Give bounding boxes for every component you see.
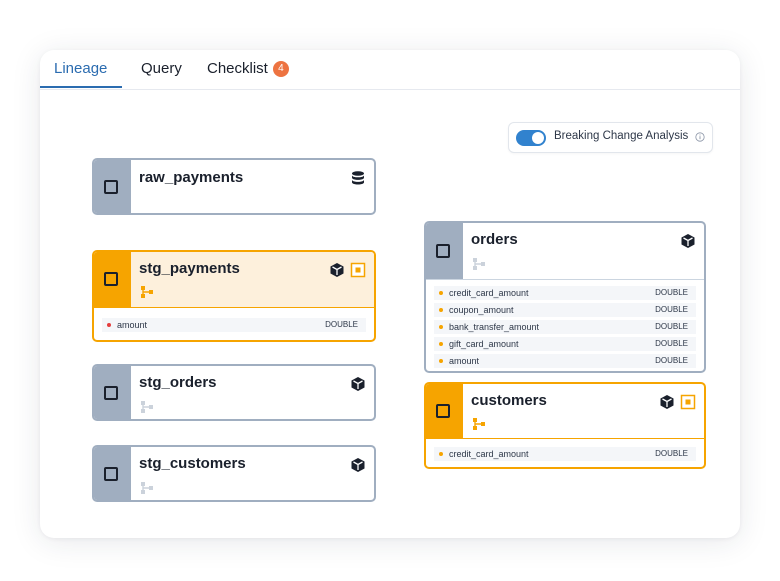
breaking-change-analysis-switch[interactable] [516,130,546,146]
node-title: raw_payments [139,169,244,186]
node-title: stg_payments [139,260,240,277]
impact-tree-icon [473,418,485,430]
column-name: bank_transfer_amount [449,322,540,332]
impacted-dot [439,325,443,329]
model-cube-icon [681,234,695,248]
column-name: credit_card_amount [449,449,529,459]
model-cube-icon [660,395,674,409]
model-cube-icon [330,263,344,277]
impacted-dot [439,359,443,363]
column-list: credit_card_amount DOUBLE [426,438,704,467]
node-checkbox[interactable] [104,386,118,400]
column-name: credit_card_amount [449,288,529,298]
tab-bar: Lineage Query Checklist 4 [40,50,740,90]
tab-lineage[interactable]: Lineage [54,60,107,89]
toggle-label: Breaking Change Analysis [554,130,689,142]
impacted-dot [439,308,443,312]
column-list: amount DOUBLE [94,307,374,340]
impacted-dot [439,291,443,295]
column-type: DOUBLE [655,288,688,297]
model-cube-icon [351,458,365,472]
column-row[interactable]: credit_card_amount DOUBLE [434,286,696,300]
column-type: DOUBLE [655,322,688,331]
node-stg-customers[interactable]: stg_customers [92,445,376,502]
tab-query[interactable]: Query [141,60,182,89]
node-orders[interactable]: orders credit_card_amount DOUBLE coupon_… [424,221,706,373]
tab-label: Checklist [207,60,268,77]
impact-tree-icon [473,258,485,270]
column-row[interactable]: bank_transfer_amount DOUBLE [434,320,696,334]
column-name: amount [449,356,480,366]
node-title: customers [471,392,547,409]
active-tab-indicator [40,86,122,88]
impacted-dot [439,452,443,456]
node-checkbox[interactable] [436,404,450,418]
tab-label: Lineage [54,60,108,77]
info-icon[interactable] [695,132,705,142]
impact-tree-icon [141,482,153,494]
column-type: DOUBLE [655,305,688,314]
node-stg-orders[interactable]: stg_orders [92,364,376,421]
node-checkbox[interactable] [436,244,450,258]
column-type: DOUBLE [655,449,688,458]
column-name: gift_card_amount [449,339,519,349]
model-cube-icon [351,377,365,391]
column-type: DOUBLE [325,320,358,329]
column-type: DOUBLE [655,339,688,348]
column-row[interactable]: coupon_amount DOUBLE [434,303,696,317]
column-type: DOUBLE [655,356,688,365]
node-raw-payments[interactable]: raw_payments [92,158,376,215]
column-row[interactable]: gift_card_amount DOUBLE [434,337,696,351]
column-row[interactable]: amount DOUBLE [102,318,366,332]
node-stg-payments[interactable]: stg_payments amount DOUBLE [92,250,376,342]
node-customers[interactable]: customers credit_card_amount DOUBLE [424,382,706,469]
node-checkbox[interactable] [104,272,118,286]
node-checkbox[interactable] [104,467,118,481]
column-name: coupon_amount [449,305,514,315]
modified-dot [107,323,111,327]
node-checkbox[interactable] [104,180,118,194]
node-title: orders [471,231,518,248]
node-title: stg_customers [139,455,246,472]
column-row[interactable]: credit_card_amount DOUBLE [434,447,696,461]
modified-change-icon [350,262,366,278]
column-row[interactable]: amount DOUBLE [434,354,696,368]
breaking-change-analysis-toggle-box: Breaking Change Analysis [508,122,713,153]
checklist-count-badge: 4 [272,61,289,77]
column-list: credit_card_amount DOUBLE coupon_amount … [426,279,704,371]
impact-tree-icon [141,401,153,413]
switch-knob [532,132,544,144]
modified-change-icon [680,394,696,410]
impacted-dot [439,342,443,346]
column-name: amount [117,320,148,330]
impact-tree-icon [141,286,153,298]
node-title: stg_orders [139,374,217,391]
tab-checklist[interactable]: Checklist 4 [207,60,289,89]
database-icon [352,171,364,185]
tab-label: Query [141,60,182,77]
